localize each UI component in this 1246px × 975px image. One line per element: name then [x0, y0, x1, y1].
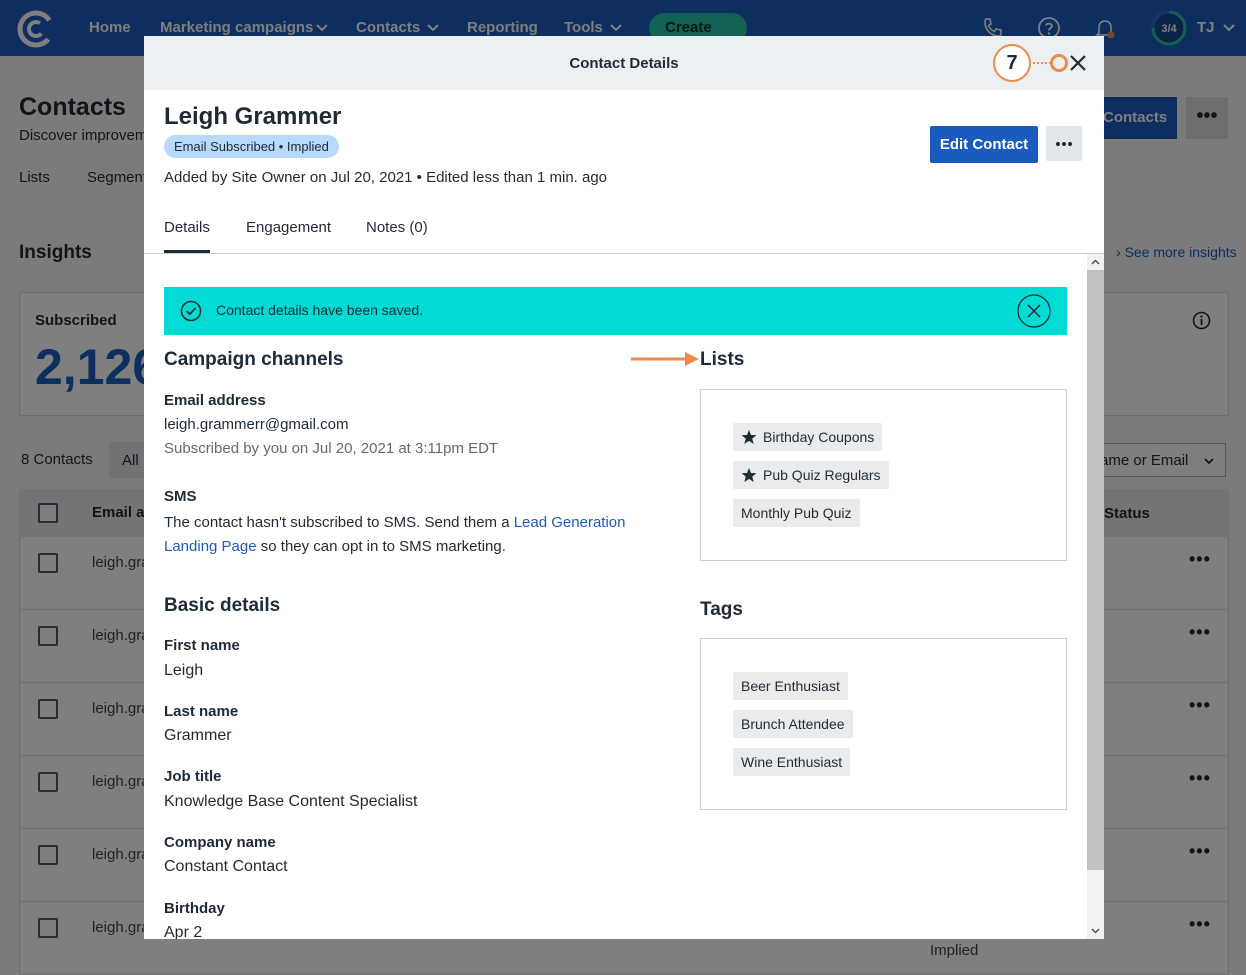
sms-description: The contact hasn't subscribed to SMS. Se… [164, 511, 674, 559]
tag-chip-wine-enthusiast[interactable]: Wine Enthusiast [733, 748, 851, 776]
callout-target-ring [1050, 54, 1068, 72]
dot [1062, 142, 1066, 146]
birthday-value: Apr 2 [164, 924, 203, 939]
tags-box: Beer Enthusiast Brunch Attendee Wine Ent… [700, 638, 1067, 810]
close-icon[interactable] [1068, 53, 1088, 73]
scroll-up-arrow-icon[interactable] [1091, 258, 1100, 267]
tag-chip-brunch-attendee[interactable]: Brunch Attendee [733, 710, 853, 738]
list-chip-label: Monthly Pub Quiz [741, 505, 852, 521]
list-chip-label: Pub Quiz Regulars [763, 467, 881, 483]
status-badge: Email Subscribed • Implied [164, 135, 339, 158]
modal-title: Contact Details [569, 55, 679, 72]
scrollbar-thumb[interactable] [1087, 270, 1104, 870]
check-circle-icon [180, 300, 202, 322]
added-by-text: Added by Site Owner on Jul 20, 2021 • Ed… [164, 169, 608, 186]
lists-box: Birthday Coupons Pub Quiz Regulars Month… [700, 389, 1067, 561]
tab-notes[interactable]: Notes (0) [366, 219, 428, 236]
callout-connector [1033, 62, 1051, 64]
success-message: Contact details have been saved. [216, 302, 424, 318]
sms-label: SMS [164, 488, 197, 505]
last-name-label: Last name [164, 703, 239, 720]
lists-title: Lists [700, 349, 745, 370]
birthday-label: Birthday [164, 900, 225, 917]
job-title-value: Knowledge Base Content Specialist [164, 793, 418, 810]
email-address-label: Email address [164, 392, 266, 409]
campaign-channels-title: Campaign channels [164, 349, 344, 370]
job-title-label: Job title [164, 768, 222, 785]
contact-details-modal: Contact Details Leigh Grammer Email Subs… [144, 36, 1104, 939]
modal-header: Contact Details [144, 36, 1104, 90]
company-name-value: Constant Contact [164, 858, 288, 875]
tabs-divider [144, 253, 1104, 254]
list-chip-pub-quiz-regulars[interactable]: Pub Quiz Regulars [733, 461, 889, 489]
success-notification: Contact details have been saved. [164, 287, 1067, 335]
tag-chip-beer-enthusiast[interactable]: Beer Enthusiast [733, 672, 848, 700]
company-name-label: Company name [164, 834, 276, 851]
tab-engagement[interactable]: Engagement [246, 219, 331, 236]
tags-title: Tags [700, 599, 743, 620]
star-icon [741, 430, 757, 444]
sms-text-before: The contact hasn't subscribed to SMS. Se… [164, 514, 514, 531]
scroll-down-arrow-icon[interactable] [1091, 926, 1100, 935]
sms-text-after: so they can opt in to SMS marketing. [256, 538, 506, 555]
email-address-value: leigh.grammerr@gmail.com [164, 416, 349, 433]
dot [1068, 142, 1072, 146]
scrollbar[interactable] [1087, 254, 1104, 939]
edit-contact-button[interactable]: Edit Contact [930, 126, 1038, 163]
dismiss-notification-icon[interactable] [1017, 294, 1051, 328]
basic-details-title: Basic details [164, 595, 281, 616]
dot [1056, 142, 1060, 146]
star-icon [741, 468, 757, 482]
step-callout-badge: 7 [993, 44, 1031, 82]
last-name-value: Grammer [164, 727, 232, 744]
contact-name: Leigh Grammer [164, 103, 342, 130]
annotation-arrow-icon [631, 352, 699, 366]
first-name-label: First name [164, 637, 240, 654]
list-chip-label: Birthday Coupons [763, 429, 875, 445]
email-subscription-status: Subscribed by you on Jul 20, 2021 at 3:1… [164, 440, 499, 457]
list-chip-monthly-pub-quiz[interactable]: Monthly Pub Quiz [733, 499, 860, 527]
tab-details[interactable]: Details [164, 219, 210, 236]
list-chip-birthday-coupons[interactable]: Birthday Coupons [733, 423, 883, 451]
more-actions-button[interactable] [1046, 126, 1082, 161]
first-name-value: Leigh [164, 662, 204, 679]
